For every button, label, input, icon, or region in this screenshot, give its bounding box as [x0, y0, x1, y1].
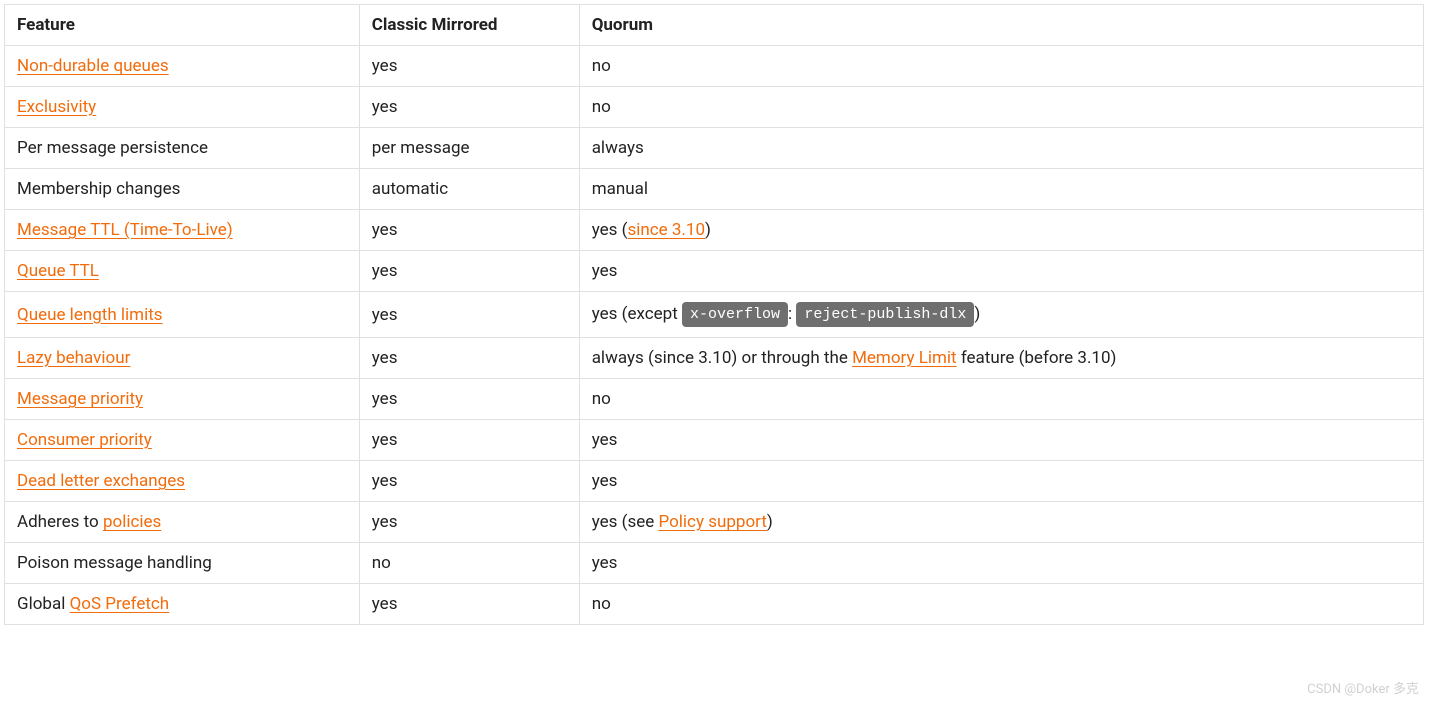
feature-link[interactable]: Message TTL (Time-To-Live)	[17, 220, 233, 240]
quorum-text-prefix: yes (except	[592, 304, 682, 324]
cell-mirrored: yes	[359, 461, 579, 502]
cell-quorum: yes (since 3.10)	[579, 210, 1423, 251]
cell-quorum: yes	[579, 420, 1423, 461]
quorum-text-sep: :	[788, 304, 796, 324]
quorum-link[interactable]: Policy support	[658, 512, 766, 532]
cell-quorum: always (since 3.10) or through the Memor…	[579, 338, 1423, 379]
feature-text-prefix: Global	[17, 594, 70, 614]
cell-mirrored: no	[359, 543, 579, 584]
table-row: Membership changes automatic manual	[5, 169, 1424, 210]
feature-text-prefix: Adheres to	[17, 512, 103, 532]
header-quorum: Quorum	[579, 5, 1423, 46]
code-badge: reject-publish-dlx	[796, 302, 974, 327]
cell-mirrored: yes	[359, 502, 579, 543]
table-row: Queue length limits yes yes (except x-ov…	[5, 292, 1424, 338]
cell-mirrored: automatic	[359, 169, 579, 210]
header-mirrored: Classic Mirrored	[359, 5, 579, 46]
cell-quorum: no	[579, 87, 1423, 128]
table-row: Consumer priority yes yes	[5, 420, 1424, 461]
header-feature: Feature	[5, 5, 360, 46]
table-row: Queue TTL yes yes	[5, 251, 1424, 292]
feature-comparison-table: Feature Classic Mirrored Quorum Non-dura…	[4, 4, 1424, 625]
table-row: Message TTL (Time-To-Live) yes yes (sinc…	[5, 210, 1424, 251]
feature-link[interactable]: Non-durable queues	[17, 56, 169, 76]
cell-feature: Membership changes	[5, 169, 360, 210]
cell-feature: Global QoS Prefetch	[5, 584, 360, 625]
quorum-link[interactable]: Memory Limit	[852, 348, 957, 368]
feature-link[interactable]: policies	[103, 512, 161, 532]
feature-link[interactable]: Message priority	[17, 389, 143, 409]
feature-link[interactable]: Dead letter exchanges	[17, 471, 185, 491]
feature-link[interactable]: Consumer priority	[17, 430, 152, 450]
table-row: Adheres to policies yes yes (see Policy …	[5, 502, 1424, 543]
cell-quorum: yes (see Policy support)	[579, 502, 1423, 543]
code-badge: x-overflow	[682, 302, 788, 327]
cell-quorum: no	[579, 379, 1423, 420]
feature-link[interactable]: Exclusivity	[17, 97, 96, 117]
cell-mirrored: yes	[359, 210, 579, 251]
cell-mirrored: per message	[359, 128, 579, 169]
cell-quorum: no	[579, 46, 1423, 87]
table-row: Dead letter exchanges yes yes	[5, 461, 1424, 502]
table-row: Per message persistence per message alwa…	[5, 128, 1424, 169]
watermark-text: CSDN @Doker 多克	[1307, 678, 1419, 697]
table-row: Non-durable queues yes no	[5, 46, 1424, 87]
cell-quorum: always	[579, 128, 1423, 169]
cell-feature: Per message persistence	[5, 128, 360, 169]
cell-quorum: manual	[579, 169, 1423, 210]
cell-quorum: yes	[579, 543, 1423, 584]
quorum-text-suffix: feature (before 3.10)	[957, 348, 1117, 368]
cell-feature: Adheres to policies	[5, 502, 360, 543]
cell-feature: Poison message handling	[5, 543, 360, 584]
cell-mirrored: yes	[359, 87, 579, 128]
quorum-text-prefix: yes (	[592, 220, 628, 240]
quorum-text-prefix: always (since 3.10) or through the	[592, 348, 852, 368]
cell-mirrored: yes	[359, 420, 579, 461]
cell-quorum: yes	[579, 251, 1423, 292]
feature-link[interactable]: Queue TTL	[17, 261, 99, 281]
cell-mirrored: yes	[359, 292, 579, 338]
cell-quorum: yes (except x-overflow: reject-publish-d…	[579, 292, 1423, 338]
cell-mirrored: yes	[359, 338, 579, 379]
table-row: Poison message handling no yes	[5, 543, 1424, 584]
table-row: Exclusivity yes no	[5, 87, 1424, 128]
quorum-text-prefix: yes (see	[592, 512, 659, 532]
cell-quorum: no	[579, 584, 1423, 625]
feature-link[interactable]: QoS Prefetch	[70, 594, 170, 614]
cell-quorum: yes	[579, 461, 1423, 502]
table-row: Lazy behaviour yes always (since 3.10) o…	[5, 338, 1424, 379]
quorum-link[interactable]: since 3.10	[627, 220, 705, 240]
quorum-text-suffix: )	[767, 512, 773, 532]
cell-mirrored: yes	[359, 379, 579, 420]
quorum-text-suffix: )	[705, 220, 711, 240]
quorum-text-suffix: )	[974, 304, 980, 324]
table-header-row: Feature Classic Mirrored Quorum	[5, 5, 1424, 46]
cell-mirrored: yes	[359, 584, 579, 625]
cell-mirrored: yes	[359, 46, 579, 87]
feature-link[interactable]: Lazy behaviour	[17, 348, 130, 368]
cell-mirrored: yes	[359, 251, 579, 292]
feature-link[interactable]: Queue length limits	[17, 305, 163, 325]
table-row: Message priority yes no	[5, 379, 1424, 420]
table-row: Global QoS Prefetch yes no	[5, 584, 1424, 625]
